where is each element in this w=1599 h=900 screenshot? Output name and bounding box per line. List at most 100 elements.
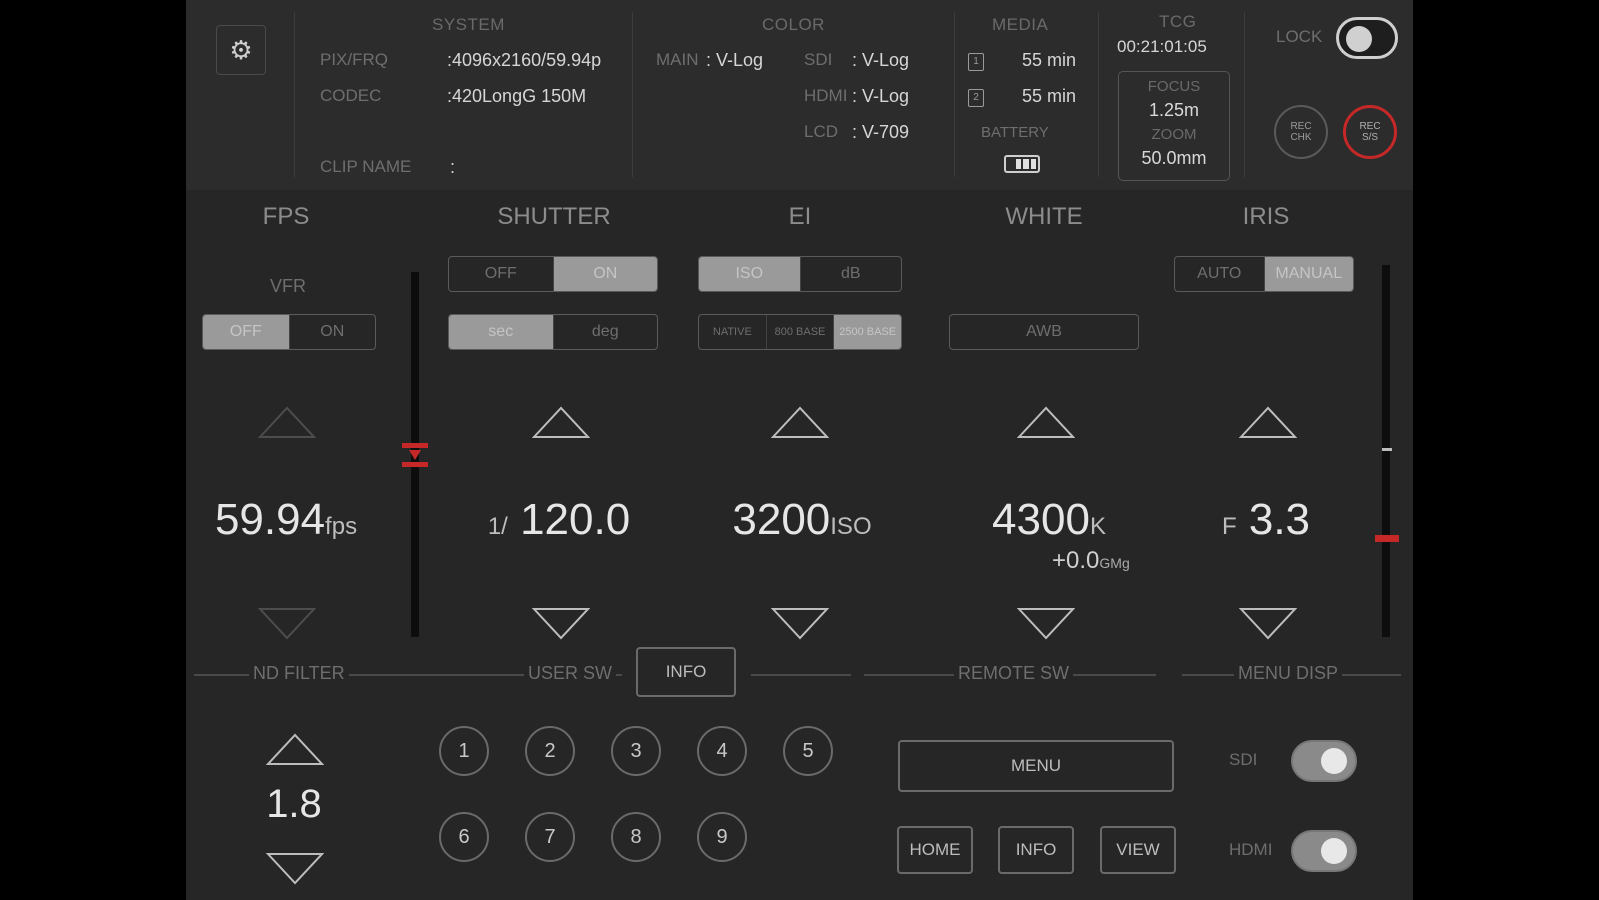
rec-check-button[interactable]: REC CHK <box>1274 105 1328 159</box>
menu-disp-hdmi-toggle[interactable] <box>1291 830 1357 872</box>
media-title: MEDIA <box>992 15 1049 34</box>
user-sw-2-button[interactable]: 2 <box>525 726 575 776</box>
shutter-on-option[interactable]: ON <box>553 257 657 291</box>
lcd-color-value: : V-709 <box>852 122 910 142</box>
codec-label: CODEC <box>320 86 382 105</box>
sd-card-slot1-icon: 1 <box>968 53 984 71</box>
ei-down-arrow-icon[interactable] <box>771 607 829 641</box>
shutter-up-arrow-icon[interactable] <box>532 405 590 439</box>
ei-db-option[interactable]: dB <box>801 257 902 291</box>
iris-down-arrow-icon[interactable] <box>1239 607 1297 641</box>
divider <box>954 12 955 177</box>
ei-native-option[interactable]: NATIVE <box>699 315 767 349</box>
ei-2500-base-option[interactable]: 2500 BASE <box>834 315 901 349</box>
user-sw-4-button[interactable]: 4 <box>697 726 747 776</box>
main-label: MAIN <box>656 50 699 69</box>
ei-up-arrow-icon[interactable] <box>771 405 829 439</box>
ei-value: 3200 <box>732 495 831 544</box>
rec-start-stop-button[interactable]: REC S/S <box>1343 105 1397 159</box>
lock-toggle[interactable] <box>1336 17 1398 59</box>
iris-auto-option[interactable]: AUTO <box>1175 257 1265 291</box>
sdi-color-label: SDI <box>804 50 833 69</box>
ei-unit: ISO <box>830 513 872 540</box>
nd-value: 1.8 <box>266 782 322 826</box>
white-title: WHITE <box>1005 203 1083 230</box>
nd-down-arrow-icon[interactable] <box>266 852 324 886</box>
status-bar: ⚙ SYSTEM PIX/FRQ :4096x2160/59.94p CODEC… <box>186 0 1413 190</box>
info-button[interactable]: INFO <box>636 647 736 697</box>
shutter-prefix: 1/ <box>487 513 508 540</box>
menu-button[interactable]: MENU <box>898 740 1174 792</box>
slot2-remaining: 55 min <box>1022 86 1077 106</box>
shutter-off-option[interactable]: OFF <box>449 257 554 291</box>
iris-manual-option[interactable]: MANUAL <box>1264 257 1353 291</box>
iris-value: 3.3 <box>1248 495 1311 544</box>
remote-info-button[interactable]: INFO <box>998 826 1074 874</box>
user-sw-1-button[interactable]: 1 <box>439 726 489 776</box>
gmg-value: +0.0 <box>1052 547 1100 574</box>
user-sw-9-button[interactable]: 9 <box>697 812 747 862</box>
white-up-arrow-icon[interactable] <box>1017 405 1075 439</box>
menu-disp-sdi-toggle[interactable] <box>1291 740 1357 782</box>
user-sw-8-button[interactable]: 8 <box>611 812 661 862</box>
iris-slider-track[interactable] <box>1382 265 1390 637</box>
user-sw-3-button[interactable]: 3 <box>611 726 661 776</box>
user-sw-divider-right <box>751 674 851 676</box>
slot1-remaining: 55 min <box>1022 50 1077 70</box>
fps-down-arrow-icon[interactable] <box>258 607 316 641</box>
settings-gear-button[interactable]: ⚙ <box>216 25 266 75</box>
fps-slider-handle[interactable] <box>401 442 429 468</box>
fps-up-arrow-icon[interactable] <box>258 405 316 439</box>
white-value: 4300 <box>992 495 1090 544</box>
battery-icon <box>1004 155 1040 173</box>
iris-mode-toggle: AUTO MANUAL <box>1174 256 1354 292</box>
shutter-value-display: 1/ 120.0 <box>454 495 664 545</box>
lcd-color-label: LCD <box>804 122 839 141</box>
awb-label: AWB <box>1026 323 1062 340</box>
user-sw-7-button[interactable]: 7 <box>525 812 575 862</box>
gmg-unit: GMg <box>1099 555 1130 571</box>
nd-filter-label: ND FILTER <box>249 663 349 684</box>
timecode-value: 00:21:01:05 <box>1117 37 1207 56</box>
ei-title: EI <box>788 203 812 230</box>
shutter-deg-option[interactable]: deg <box>554 315 658 349</box>
pix-frq-label: PIX/FRQ <box>320 50 389 69</box>
iris-up-arrow-icon[interactable] <box>1239 405 1297 439</box>
iris-prefix: F <box>1221 513 1237 540</box>
white-unit: K <box>1089 513 1106 540</box>
pix-frq-value: :4096x2160/59.94p <box>447 50 602 70</box>
user-sw-5-button[interactable]: 5 <box>783 726 833 776</box>
ei-iso-option[interactable]: ISO <box>699 257 801 291</box>
divider <box>294 12 295 177</box>
color-title: COLOR <box>762 15 825 34</box>
fps-value: 59.94 <box>214 495 326 544</box>
remote-sw-label: REMOTE SW <box>954 663 1073 684</box>
fps-unit: fps <box>325 513 358 540</box>
ei-mode-toggle: ISO dB <box>698 256 902 292</box>
vfr-on-option[interactable]: ON <box>290 315 376 349</box>
divider <box>1098 12 1099 177</box>
shutter-mode-toggle: sec deg <box>448 314 658 350</box>
home-button[interactable]: HOME <box>897 826 973 874</box>
iris-slider-tick <box>1382 448 1392 451</box>
system-title: SYSTEM <box>432 15 505 34</box>
vfr-off-option[interactable]: OFF <box>203 315 290 349</box>
sd-card-slot2-icon: 2 <box>968 89 984 107</box>
ei-800-base-option[interactable]: 800 BASE <box>767 315 835 349</box>
user-sw-6-button[interactable]: 6 <box>439 812 489 862</box>
clip-name-label: CLIP NAME <box>320 157 412 176</box>
white-down-arrow-icon[interactable] <box>1017 607 1075 641</box>
vfr-toggle: OFF ON <box>202 314 376 350</box>
menu-disp-hdmi-label: HDMI <box>1229 840 1273 859</box>
shutter-down-arrow-icon[interactable] <box>532 607 590 641</box>
view-button[interactable]: VIEW <box>1100 826 1176 874</box>
focus-zoom-box: FOCUS 1.25m ZOOM 50.0mm <box>1118 71 1230 181</box>
user-sw-label: USER SW <box>524 663 617 684</box>
iris-slider-handle[interactable] <box>1375 535 1399 542</box>
zoom-value: 50.0mm <box>1141 148 1207 168</box>
fps-title: FPS <box>262 203 310 230</box>
nd-up-arrow-icon[interactable] <box>266 732 324 766</box>
shutter-sec-option[interactable]: sec <box>449 315 554 349</box>
awb-button[interactable]: AWB <box>949 314 1139 350</box>
shutter-onoff-toggle: OFF ON <box>448 256 658 292</box>
